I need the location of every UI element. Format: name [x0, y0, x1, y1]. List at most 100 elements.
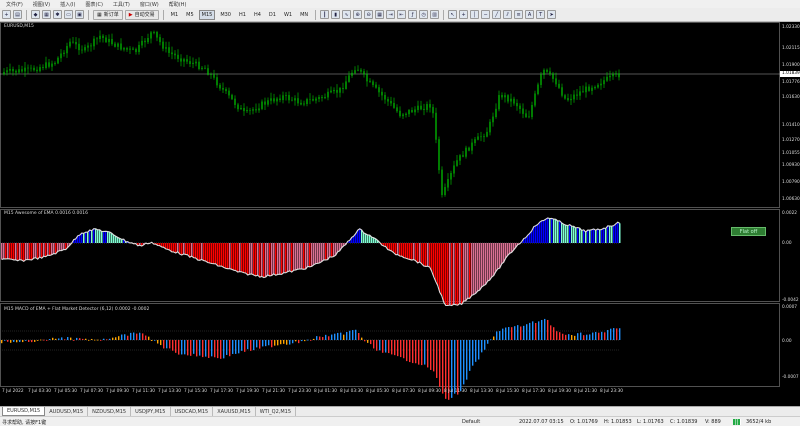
- ao-bar: [495, 243, 497, 272]
- ao-bar: [197, 243, 199, 261]
- tab-usdcad[interactable]: USDCAD,M15: [171, 407, 214, 416]
- timeframe-h1[interactable]: H1: [236, 10, 249, 20]
- tester-icon[interactable]: ▣: [75, 10, 84, 19]
- candlestick-icon[interactable]: ▮: [331, 10, 341, 19]
- vertical-line-icon[interactable]: │: [470, 10, 480, 19]
- crosshair-icon[interactable]: +: [459, 10, 469, 19]
- timeframe-w1[interactable]: W1: [281, 10, 295, 20]
- timeframe-d1[interactable]: D1: [266, 10, 279, 20]
- label-tool-icon[interactable]: T: [536, 10, 546, 19]
- ao-bar: [443, 243, 445, 303]
- timeframe-h4[interactable]: H4: [251, 10, 264, 20]
- ao-bar: [301, 243, 303, 269]
- time-axis-label: 8 Jul 09:30: [418, 389, 442, 394]
- ao-bar: [225, 243, 227, 269]
- line-chart-icon[interactable]: ∿: [342, 10, 352, 19]
- new-order-button[interactable]: ▦ 新订单: [93, 9, 123, 20]
- ao-bar: [567, 225, 569, 243]
- ao-bar: [611, 226, 613, 243]
- timeframe-m15[interactable]: M15: [198, 9, 216, 20]
- trendline-icon[interactable]: ╱: [492, 10, 502, 19]
- ao-bar: [279, 243, 281, 275]
- menu-help[interactable]: 帮助(H): [169, 1, 187, 8]
- new-order-icon: ▦: [97, 11, 102, 18]
- menu-insert[interactable]: 插入(I): [60, 1, 75, 8]
- macd-bar: [223, 340, 225, 359]
- channel-icon[interactable]: ⫽: [503, 10, 513, 19]
- market-watch-icon[interactable]: ◆: [31, 10, 40, 19]
- ao-bar: [597, 229, 599, 243]
- macd-bar: [517, 325, 519, 340]
- macd-axis-label: -0.0007: [782, 375, 799, 380]
- ao-bar: [51, 243, 53, 255]
- macd-bar: [115, 337, 117, 340]
- toolbar-separator: [162, 9, 164, 20]
- menu-view[interactable]: 视图(V): [33, 1, 50, 8]
- ao-bar: [271, 243, 273, 276]
- data-window-icon[interactable]: ▦: [42, 10, 51, 19]
- time-axis-label: 8 Jul 01:30: [314, 389, 338, 394]
- fibonacci-icon[interactable]: ≡: [514, 10, 524, 19]
- tab-nzdusd[interactable]: NZDUSD,M15: [88, 407, 132, 416]
- period-clock-icon[interactable]: ◷: [419, 10, 429, 19]
- tile-windows-icon[interactable]: ▦: [375, 10, 385, 19]
- ao-bar: [265, 243, 267, 278]
- macd-bar: [250, 340, 252, 351]
- tab-xauusd[interactable]: XAUUSD,M15: [213, 407, 256, 416]
- cursor-icon[interactable]: ↖: [448, 10, 458, 19]
- price-axis-label: 1.02115: [782, 46, 800, 51]
- chart-canvas[interactable]: [0, 22, 800, 406]
- ao-bar: [469, 243, 471, 299]
- horizontal-line-icon[interactable]: ─: [481, 10, 491, 19]
- ao-bar: [277, 243, 279, 275]
- auto-scroll-icon[interactable]: ⇥: [386, 10, 396, 19]
- macd-bar: [40, 339, 42, 341]
- zoom-out-icon[interactable]: ⊖: [364, 10, 374, 19]
- terminal-icon[interactable]: ▭: [64, 10, 73, 19]
- ao-bar: [449, 243, 451, 306]
- timeframe-m5[interactable]: M5: [183, 10, 197, 20]
- zoom-in-icon[interactable]: ⊕: [353, 10, 363, 19]
- new-chart-icon[interactable]: +: [2, 10, 11, 19]
- ao-bar: [433, 243, 435, 277]
- macd-bar: [469, 340, 471, 371]
- menu-window[interactable]: 窗口(W): [140, 1, 159, 8]
- ao-bar: [89, 230, 91, 243]
- time-axis-label: 8 Jul 23:30: [600, 389, 624, 394]
- arrow-tool-icon[interactable]: ➤: [547, 10, 557, 19]
- menu-file[interactable]: 文件(F): [6, 1, 23, 8]
- price-axis-label: 1.01776: [782, 80, 800, 85]
- ao-bar: [585, 232, 587, 243]
- ao-bar: [281, 243, 283, 275]
- tab-audusd[interactable]: AUDUSD,M15: [45, 407, 89, 416]
- macd-bar: [34, 340, 36, 342]
- menu-chart[interactable]: 图表(C): [86, 1, 103, 8]
- bar-chart-icon[interactable]: ┃: [320, 10, 330, 19]
- timeframe-m1[interactable]: M1: [168, 10, 182, 20]
- tab-wti[interactable]: WTI_Q2,M15: [256, 407, 297, 416]
- navigator-icon[interactable]: ✱: [53, 10, 62, 19]
- chart-window[interactable]: EURUSD,M15 1.01839 1.02330 1.02115 1.019…: [0, 22, 800, 406]
- text-tool-icon[interactable]: A: [525, 10, 535, 19]
- templates-icon[interactable]: ▥: [430, 10, 440, 19]
- macd-bar: [202, 340, 204, 358]
- chart-shift-icon[interactable]: ⇤: [397, 10, 407, 19]
- menu-tools[interactable]: 工具(T): [113, 1, 130, 8]
- flat-toggle-button[interactable]: Flat off: [731, 227, 766, 236]
- tab-usdjpy[interactable]: USDJPY,M15: [131, 407, 171, 416]
- macd-bar: [499, 331, 501, 340]
- profiles-icon[interactable]: ▤: [13, 10, 22, 19]
- timeframe-mn[interactable]: MN: [297, 10, 311, 20]
- ao-bar: [173, 243, 175, 252]
- ao-bar: [581, 230, 583, 243]
- status-close: C: 1.01839: [670, 419, 698, 425]
- indicators-icon[interactable]: ƒ: [408, 10, 418, 19]
- macd-bar: [370, 340, 372, 345]
- macd-bar: [427, 340, 429, 368]
- tab-eurusd[interactable]: EURUSD,M15: [2, 407, 46, 416]
- auto-trading-button[interactable]: ▶ 自动交易: [124, 9, 159, 20]
- chart-tabs: EURUSD,M15 AUDUSD,M15 NZDUSD,M15 USDJPY,…: [0, 406, 800, 416]
- ao-bar: [101, 231, 103, 243]
- macd-bar: [529, 322, 531, 340]
- timeframe-m30[interactable]: M30: [217, 10, 234, 20]
